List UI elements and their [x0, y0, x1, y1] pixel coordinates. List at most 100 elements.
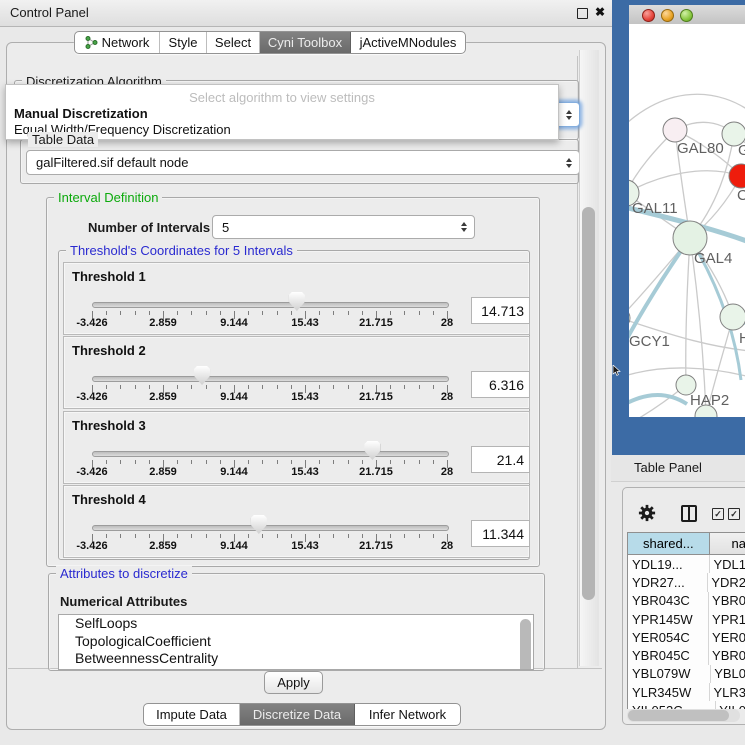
network-edge[interactable] — [629, 395, 687, 412]
number-of-intervals-value: 5 — [222, 220, 229, 235]
tab-impute-data[interactable]: Impute Data — [144, 704, 240, 725]
tab-jactivemnodules[interactable]: jActiveMNodules — [351, 32, 465, 53]
tick-mark — [348, 385, 349, 389]
tick-mark — [319, 385, 320, 389]
table-cell-shared-name: YDR27... — [628, 573, 708, 591]
slider-thumb[interactable] — [289, 292, 305, 311]
zoom-traffic-light-icon[interactable] — [680, 9, 693, 22]
column-header-shared-name[interactable]: shared... — [628, 533, 710, 554]
minimize-traffic-light-icon[interactable] — [661, 9, 674, 22]
list-item[interactable]: BetweennessCentrality — [59, 650, 533, 668]
tick-mark — [404, 311, 405, 315]
close-traffic-light-icon[interactable] — [642, 9, 655, 22]
tick-mark — [333, 534, 334, 538]
number-of-intervals-label: Number of Intervals — [84, 220, 214, 235]
tab-label: Cyni Toolbox — [268, 35, 342, 50]
threshold-value-field[interactable]: 21.4 — [471, 446, 530, 473]
table-hscrollbar-thumb[interactable] — [628, 710, 729, 721]
network-icon — [85, 36, 98, 49]
table-hscrollbar-track[interactable] — [627, 709, 740, 722]
tick-mark — [206, 311, 207, 315]
table-row[interactable]: YBR045CYBR0 — [628, 646, 745, 664]
apply-button[interactable]: Apply — [264, 671, 323, 694]
slider-track[interactable] — [92, 376, 449, 382]
slider-track[interactable] — [92, 451, 449, 457]
tick-mark — [135, 460, 136, 464]
threshold-row: Threshold 3-3.4262.8599.14415.4321.71528… — [63, 411, 530, 484]
slider-thumb[interactable] — [251, 515, 267, 534]
table-data-combobox[interactable]: galFiltered.sif default node — [26, 150, 580, 175]
top-tab-bar: Network Style Select Cyni Toolbox jActiveMNo… — [74, 31, 466, 54]
algorithm-option[interactable]: Manual Discretization — [14, 106, 148, 121]
tick-mark — [177, 385, 178, 389]
network-window: GAL80GACGAL11GAL4GCY1HHAP2 — [629, 5, 745, 417]
tick-mark — [362, 311, 363, 315]
panel-scrollbar-thumb[interactable] — [582, 207, 595, 600]
network-node[interactable] — [663, 118, 687, 142]
list-item[interactable]: SelfLoops — [59, 615, 533, 633]
threshold-value-field[interactable]: 11.344 — [471, 520, 530, 547]
network-node[interactable] — [629, 308, 630, 328]
threshold-label: Threshold 4 — [72, 492, 146, 507]
table-row[interactable]: YBR043CYBR0 — [628, 592, 745, 610]
tab-discretize-data[interactable]: Discretize Data — [240, 704, 355, 725]
screen: Control Panel ✖ NetworkStyleSelectCyni T… — [0, 0, 745, 745]
table-header-row: shared... na — [628, 533, 745, 555]
table-row[interactable]: YDL19...YDL1 — [628, 555, 745, 573]
threshold-value-field[interactable]: 14.713 — [471, 297, 530, 324]
slider-track[interactable] — [92, 525, 449, 531]
tick-label: 9.144 — [220, 391, 248, 403]
network-node-label: GCY1 — [629, 333, 670, 350]
tick-mark — [106, 460, 107, 464]
tick-label: 28 — [441, 391, 453, 403]
tab-style[interactable]: Style — [160, 32, 207, 53]
tab-select[interactable]: Select — [207, 32, 260, 53]
slider-thumb[interactable] — [194, 366, 210, 385]
network-window-titlebar[interactable] — [629, 5, 745, 25]
tick-mark — [120, 311, 121, 315]
tab-cyni-toolbox[interactable]: Cyni Toolbox — [260, 32, 351, 53]
table-row[interactable]: YER054CYER0 — [628, 628, 745, 646]
tick-mark — [191, 534, 192, 538]
list-scrollbar[interactable] — [520, 619, 531, 670]
column-layout-icon[interactable] — [681, 505, 697, 522]
table-row[interactable]: YLR345WYLR3 — [628, 683, 745, 701]
tab-label: Style — [169, 35, 198, 50]
tick-mark — [220, 311, 221, 315]
tick-mark — [248, 385, 249, 389]
tab-network[interactable]: Network — [75, 32, 160, 53]
network-node-label: H — [739, 330, 745, 347]
table-row[interactable]: YIL052CYIL0 — [628, 701, 745, 709]
table-row[interactable]: YDR27...YDR2 — [628, 573, 745, 591]
checkbox-icon[interactable]: ✓ — [712, 508, 724, 520]
checkbox-icon[interactable]: ✓ — [728, 508, 740, 520]
slider-ticks — [92, 311, 448, 319]
table-cell-name: YER0 — [709, 628, 745, 646]
tick-mark — [390, 534, 391, 538]
column-header-name[interactable]: na — [710, 533, 745, 554]
list-item[interactable]: TopologicalCoefficient — [59, 633, 533, 651]
combo-stepper-icon — [566, 158, 572, 168]
close-icon[interactable]: ✖ — [595, 5, 605, 19]
table-row[interactable]: YPR145WYPR1 — [628, 610, 745, 628]
network-node[interactable] — [720, 304, 745, 330]
tick-mark — [433, 460, 434, 464]
numerical-attributes-label: Numerical Attributes — [56, 594, 191, 609]
tick-label: 28 — [441, 540, 453, 552]
number-of-intervals-combobox[interactable]: 5 — [212, 215, 475, 239]
network-edge[interactable] — [686, 238, 690, 385]
threshold-value-field[interactable]: 6.316 — [471, 371, 530, 398]
settings-gear-icon[interactable] — [638, 504, 656, 527]
tick-label: -3.426 — [76, 466, 107, 478]
tick-label: -3.426 — [76, 540, 107, 552]
table-row[interactable]: YBL079WYBL0 — [628, 665, 745, 683]
tick-mark — [149, 385, 150, 389]
float-window-icon[interactable] — [577, 8, 588, 19]
table-cell-name: YDR2 — [708, 573, 745, 591]
network-canvas[interactable]: GAL80GACGAL11GAL4GCY1HHAP2 — [629, 24, 745, 417]
tick-label: 9.144 — [220, 540, 248, 552]
slider-thumb[interactable] — [364, 441, 380, 460]
slider-track[interactable] — [92, 302, 449, 308]
tick-mark — [333, 311, 334, 315]
tab-infer-network[interactable]: Infer Network — [355, 704, 460, 725]
